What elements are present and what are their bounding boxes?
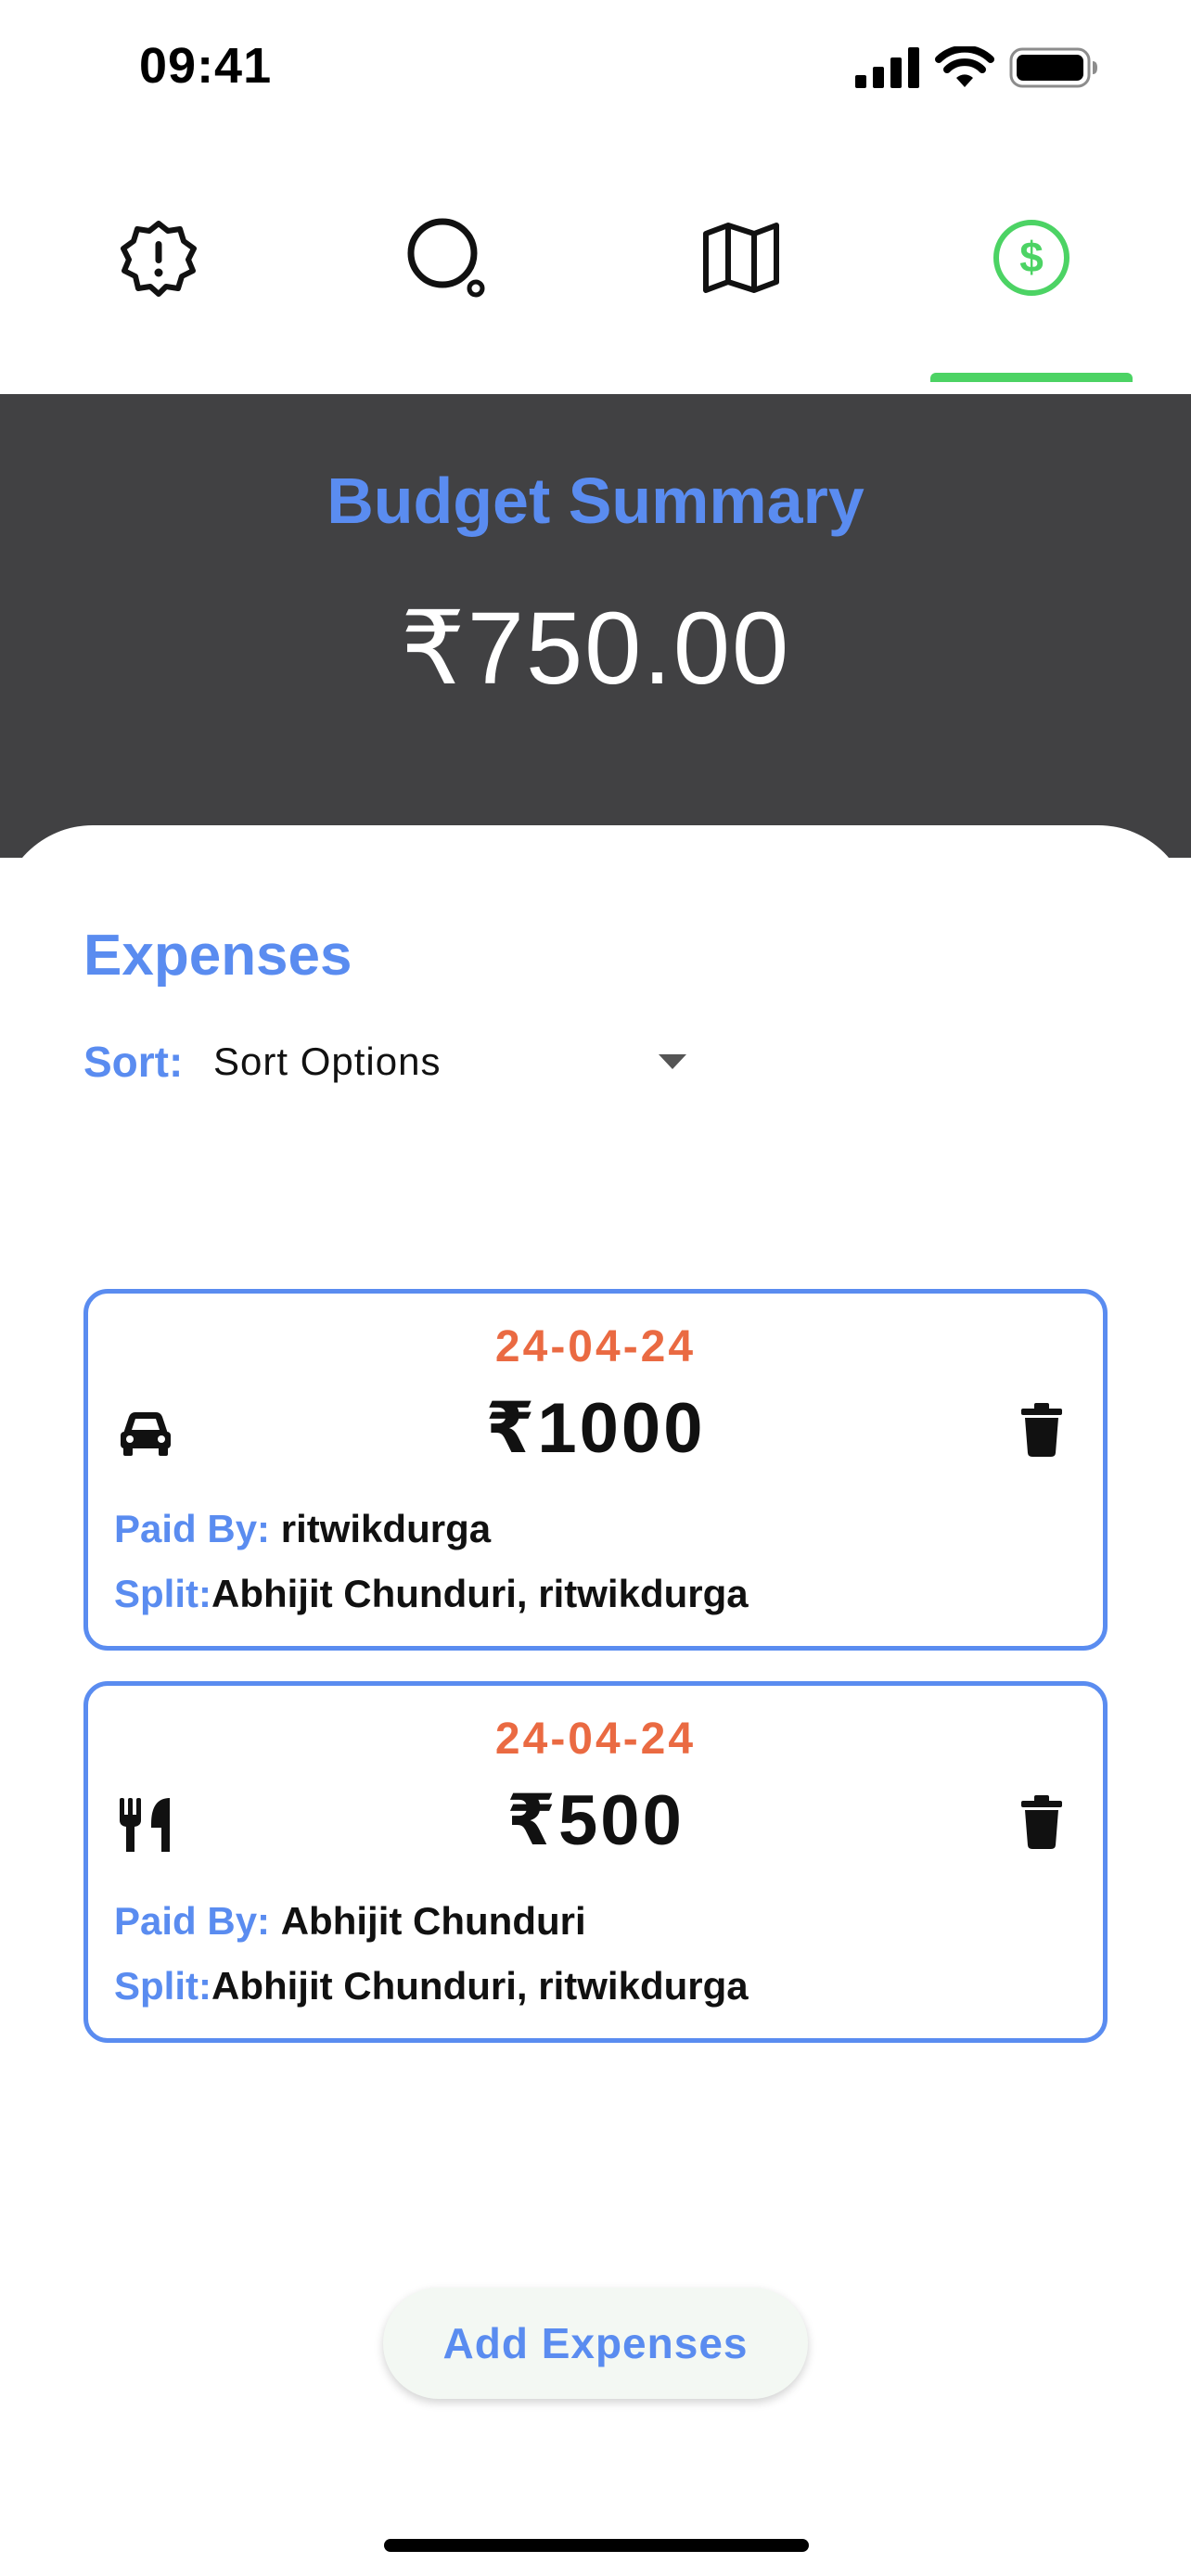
delete-expense-button[interactable] — [1016, 1791, 1068, 1855]
expense-card[interactable]: 24-04-24 ₹1000 Paid By: ritwikdurga Spli… — [83, 1289, 1108, 1651]
map-icon — [701, 221, 781, 300]
status-time: 09:41 — [139, 38, 273, 94]
expense-date: 24-04-24 — [494, 1322, 697, 1371]
sort-label: Sort: — [83, 1038, 184, 1086]
active-tab-indicator — [930, 373, 1133, 382]
trash-icon — [1021, 1794, 1062, 1852]
wifi-icon — [935, 45, 994, 94]
split-label: Split: — [114, 1572, 211, 1615]
svg-text:$: $ — [1019, 233, 1044, 281]
cellular-signal-icon — [855, 47, 920, 93]
paid-by-value: Abhijit Chunduri — [280, 1899, 586, 1943]
split-value: Abhijit Chunduri, ritwikdurga — [211, 1964, 749, 2008]
dollar-circle-icon: $ — [992, 218, 1071, 302]
budget-total-amount: ₹750.00 — [400, 592, 791, 706]
expenses-title: Expenses — [83, 924, 352, 988]
chevron-down-icon — [659, 1054, 686, 1069]
expense-split: Split:Abhijit Chunduri, ritwikdurga — [114, 1964, 749, 2009]
split-label: Split: — [114, 1964, 211, 2008]
tab-budget[interactable]: $ — [967, 195, 1096, 325]
status-icons — [855, 45, 1098, 94]
expense-amount: ₹1000 — [485, 1389, 706, 1468]
paid-by-label: Paid By: — [114, 1507, 271, 1550]
paid-by-label: Paid By: — [114, 1899, 271, 1943]
expense-amount: ₹500 — [506, 1781, 685, 1860]
sort-selected-value: Sort Options — [213, 1039, 442, 1083]
paid-by-value: ritwikdurga — [280, 1507, 492, 1550]
tab-map[interactable] — [676, 195, 806, 325]
sort-dropdown[interactable]: Sort Options — [213, 1034, 686, 1090]
expense-split: Split:Abhijit Chunduri, ritwikdurga — [114, 1572, 749, 1616]
budget-screen: 09:41 $ Budget Summary ₹750.00 Expenses … — [0, 0, 1191, 2576]
tab-alerts[interactable] — [94, 195, 224, 325]
expense-card[interactable]: 24-04-24 ₹500 Paid By: Abhijit Chunduri … — [83, 1681, 1108, 2043]
alert-badge-icon — [119, 218, 198, 302]
delete-expense-button[interactable] — [1016, 1398, 1068, 1463]
top-tab-bar: $ — [0, 167, 1191, 389]
budget-summary-header: Budget Summary ₹750.00 — [0, 394, 1191, 858]
battery-icon — [1009, 46, 1098, 94]
home-indicator[interactable] — [384, 2539, 809, 2552]
status-bar: 09:41 — [0, 0, 1191, 139]
search-icon — [405, 216, 489, 304]
sort-row: Sort: Sort Options — [83, 1034, 686, 1090]
budget-summary-title: Budget Summary — [327, 465, 864, 537]
expense-paid-by: Paid By: ritwikdurga — [114, 1507, 491, 1551]
expense-paid-by: Paid By: Abhijit Chunduri — [114, 1899, 586, 1944]
split-value: Abhijit Chunduri, ritwikdurga — [211, 1572, 749, 1615]
expense-date: 24-04-24 — [494, 1715, 697, 1764]
tab-search[interactable] — [382, 195, 512, 325]
add-expenses-button[interactable]: Add Expenses — [383, 2288, 808, 2399]
trash-icon — [1021, 1402, 1062, 1460]
